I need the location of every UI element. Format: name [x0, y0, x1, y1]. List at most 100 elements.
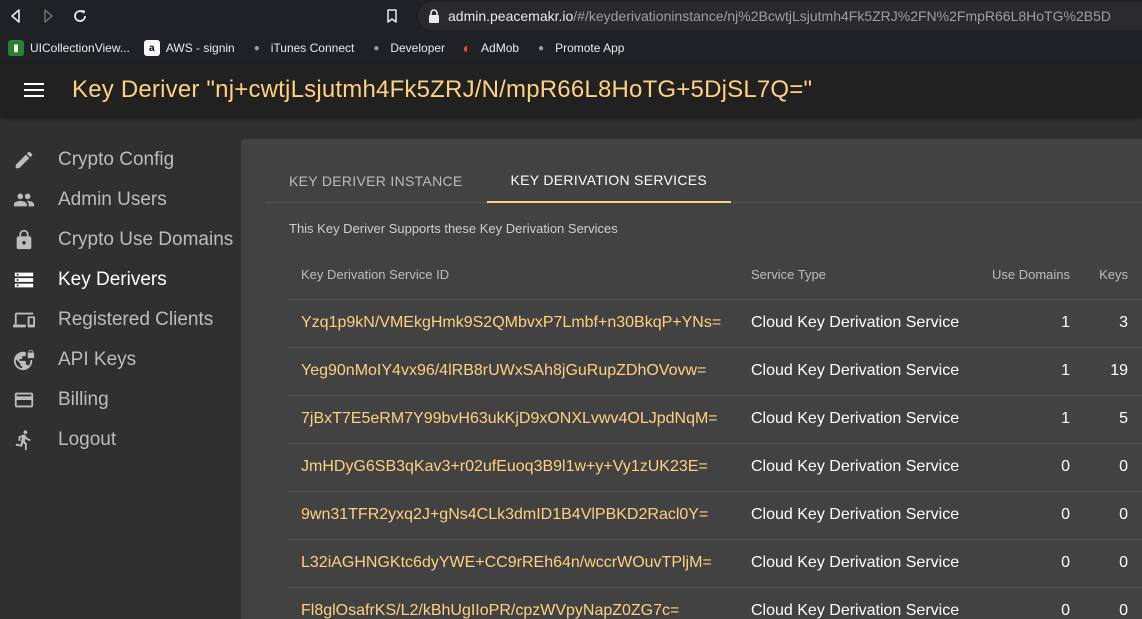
keys-count: 19	[1082, 347, 1142, 396]
bookmark-developer[interactable]: ● Developer	[368, 40, 445, 56]
table-row[interactable]: 7jBxT7E5eRM7Y99bvH63ukKjD9xONXLvwv4OLJpd…	[289, 395, 1142, 444]
url-path: /#/keyderivationinstance/nj%2BcwtjLsjutm…	[573, 8, 1111, 24]
column-header-id[interactable]: Key Derivation Service ID	[289, 251, 739, 300]
service-type: Cloud Key Derivation Service	[739, 395, 967, 444]
keys-count: 0	[1082, 587, 1142, 619]
service-id-link[interactable]: Yeg90nMoIY4vx96/4lRB8rUWxSAh8jGuRupZDhOV…	[289, 347, 739, 396]
sidebar-item-crypto-config[interactable]: Crypto Config	[0, 140, 240, 180]
sidebar-item-billing[interactable]: Billing	[0, 380, 240, 420]
service-type: Cloud Key Derivation Service	[739, 443, 967, 492]
service-type: Cloud Key Derivation Service	[739, 347, 967, 396]
bookmark-uicollectionview[interactable]: ▮ UICollectionView...	[8, 40, 130, 56]
keys-count: 0	[1082, 539, 1142, 588]
service-type: Cloud Key Derivation Service	[739, 299, 967, 348]
app-header: Key Deriver "nj+cwtjLsjutmh4Fk5ZRJ/N/mpR…	[0, 64, 1142, 116]
folder-icon: ▮	[8, 40, 24, 56]
bookmark-admob[interactable]: ◐ AdMob	[459, 40, 519, 56]
keys-count: 5	[1082, 395, 1142, 444]
lock-icon	[12, 228, 36, 252]
bookmark-itunes-connect[interactable]: ● iTunes Connect	[249, 40, 355, 56]
vpn-lock-icon	[12, 348, 36, 372]
admob-icon: ◐	[462, 40, 472, 56]
sidebar-item-admin-users[interactable]: Admin Users	[0, 180, 240, 220]
service-id-link[interactable]: L32iAGHNGKtc6dyYWE+CC9rREh64n/wccrWOuvTP…	[289, 539, 739, 588]
table-header-row: Key Derivation Service ID Service Type U…	[289, 251, 1142, 300]
reload-icon	[74, 10, 86, 22]
reload-button[interactable]	[64, 0, 96, 32]
section-subtitle: This Key Deriver Supports these Key Deri…	[289, 221, 618, 236]
url-host: admin.peacemakr.io	[448, 8, 574, 24]
service-type: Cloud Key Derivation Service	[739, 587, 967, 619]
apple-icon: ●	[253, 42, 260, 54]
service-type: Cloud Key Derivation Service	[739, 539, 967, 588]
table-row[interactable]: Fl8glOsafrKS/L2/kBhUgIIoPR/cpzWVpyNapZ0Z…	[289, 587, 1142, 619]
table-row[interactable]: L32iAGHNGKtc6dyYWE+CC9rREh64n/wccrWOuvTP…	[289, 539, 1142, 588]
bookmarks-bar: ▮ UICollectionView... a AWS - signin ● i…	[0, 32, 1142, 64]
use-domains-count: 0	[967, 443, 1082, 492]
service-id-link[interactable]: 9wn31TFR2yxq2J+gNs4CLk3dmID1B4VlPBKD2Rac…	[289, 491, 739, 540]
column-header-domains[interactable]: Use Domains	[967, 251, 1082, 300]
bookmark-label: Developer	[390, 41, 446, 55]
address-bar[interactable]: admin.peacemakr.io/#/keyderivationinstan…	[418, 2, 1142, 30]
column-header-keys[interactable]: Keys	[1082, 251, 1142, 300]
bookmark-label: AdMob	[481, 41, 520, 55]
sidebar-item-crypto-use-domains[interactable]: Crypto Use Domains	[0, 220, 240, 260]
service-id-link[interactable]: JmHDyG6SB3qKav3+r02ufEuoq3B9l1w+y+Vy1zUK…	[289, 443, 739, 492]
sidebar: Crypto Config Admin Users Crypto Use Dom…	[0, 140, 240, 460]
sidebar-item-label: Registered Clients	[58, 309, 214, 330]
sidebar-item-registered-clients[interactable]: Registered Clients	[0, 300, 240, 340]
use-domains-count: 0	[967, 491, 1082, 540]
bookmark-aws-signin[interactable]: a AWS - signin	[143, 40, 235, 56]
bookmark-icon[interactable]	[384, 8, 400, 24]
lock-icon	[429, 9, 439, 23]
aws-icon: a	[143, 40, 160, 56]
service-type: Cloud Key Derivation Service	[739, 491, 967, 540]
sidebar-item-label: Logout	[58, 429, 117, 450]
page-title: Key Deriver "nj+cwtjLsjutmh4Fk5ZRJ/N/mpR…	[72, 76, 813, 103]
pencil-icon	[12, 148, 36, 172]
bookmark-label: Promote App	[555, 41, 625, 55]
bookmark-label: UICollectionView...	[30, 41, 130, 55]
tab-key-deriver-instance[interactable]: KEY DERIVER INSTANCE	[265, 159, 487, 203]
service-id-link[interactable]: Yzq1p9kN/VMEkgHmk9S2QMbvxP7Lmbf+n30BkqP+…	[289, 299, 739, 348]
use-domains-count: 1	[967, 299, 1082, 348]
bookmark-label: iTunes Connect	[270, 41, 355, 55]
main-card: KEY DERIVER INSTANCE KEY DERIVATION SERV…	[241, 139, 1142, 619]
sidebar-item-label: Crypto Use Domains	[58, 229, 234, 250]
browser-toolbar: admin.peacemakr.io/#/keyderivationinstan…	[0, 0, 1142, 32]
apple-icon: ●	[373, 42, 380, 54]
sidebar-item-label: Admin Users	[58, 189, 167, 210]
table-row[interactable]: Yzq1p9kN/VMEkgHmk9S2QMbvxP7Lmbf+n30BkqP+…	[289, 299, 1142, 348]
sidebar-item-label: Crypto Config	[58, 149, 175, 170]
storage-icon	[12, 268, 36, 292]
use-domains-count: 1	[967, 395, 1082, 444]
back-icon	[11, 9, 20, 23]
keys-count: 3	[1082, 299, 1142, 348]
service-id-link[interactable]: Fl8glOsafrKS/L2/kBhUgIIoPR/cpzWVpyNapZ0Z…	[289, 587, 739, 619]
back-button[interactable]	[0, 0, 32, 32]
forward-button[interactable]	[32, 0, 64, 32]
services-table: Key Derivation Service ID Service Type U…	[289, 251, 1142, 619]
sidebar-item-key-derivers[interactable]: Key Derivers	[0, 260, 240, 300]
service-id-link[interactable]: 7jBxT7E5eRM7Y99bvH63ukKjD9xONXLvwv4OLJpd…	[289, 395, 739, 444]
sidebar-item-logout[interactable]: Logout	[0, 420, 240, 460]
people-icon	[12, 188, 36, 212]
directions-run-icon	[12, 428, 36, 452]
table-row[interactable]: 9wn31TFR2yxq2J+gNs4CLk3dmID1B4VlPBKD2Rac…	[289, 491, 1142, 540]
credit-card-icon	[12, 388, 36, 412]
sidebar-item-label: API Keys	[58, 349, 137, 370]
keys-count: 0	[1082, 443, 1142, 492]
use-domains-count: 0	[967, 587, 1082, 619]
table-row[interactable]: JmHDyG6SB3qKav3+r02ufEuoq3B9l1w+y+Vy1zUK…	[289, 443, 1142, 492]
column-header-type[interactable]: Service Type	[739, 251, 967, 300]
bookmark-promote-app[interactable]: ● Promote App	[533, 40, 624, 56]
sidebar-item-label: Billing	[58, 389, 109, 410]
table-row[interactable]: Yeg90nMoIY4vx96/4lRB8rUWxSAh8jGuRupZDhOV…	[289, 347, 1142, 396]
bookmark-label: AWS - signin	[165, 41, 235, 55]
sidebar-item-label: Key Derivers	[58, 269, 167, 290]
menu-icon[interactable]	[24, 82, 44, 98]
keys-count: 0	[1082, 491, 1142, 540]
use-domains-count: 1	[967, 347, 1082, 396]
sidebar-item-api-keys[interactable]: API Keys	[0, 340, 240, 380]
tab-key-derivation-services[interactable]: KEY DERIVATION SERVICES	[486, 159, 732, 203]
